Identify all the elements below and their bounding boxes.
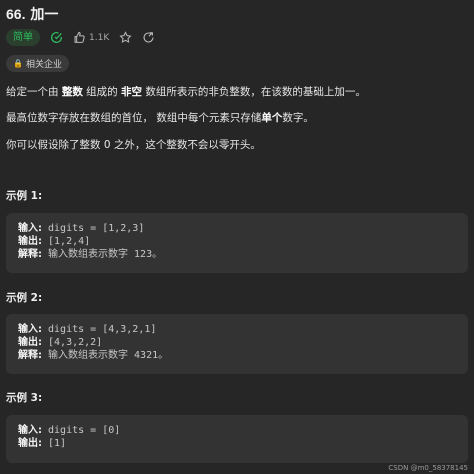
example-explain-line: 解释: 输入数组表示数字 4321。 — [18, 349, 456, 362]
description-paragraph-2: 最高位数字存放在数组的首位， 数组中每个元素只存储单个数字。 — [6, 110, 314, 125]
output-value: [4,3,2,2] — [42, 337, 103, 348]
example-1-box: 输入: digits = [1,2,3] 输出: [1,2,4] 解释: 输入数… — [6, 213, 468, 273]
description-paragraph-1: 给定一个由 整数 组成的 非空 数组所表示的非负整数，在该数的基础上加一。 — [6, 84, 366, 99]
explain-key: 解释: — [18, 350, 42, 361]
example-2-title: 示例 2: — [6, 292, 43, 304]
output-value: [1,2,4] — [42, 236, 91, 247]
tag-label: 相关企业 — [25, 60, 62, 70]
problem-name: 加一 — [30, 7, 59, 23]
problem-number: 66. — [6, 6, 26, 22]
difficulty-badge[interactable]: 简单 — [6, 29, 40, 46]
example-3-box: 输入: digits = [0] 输出: [1] — [6, 415, 468, 463]
bold-text: 整数 — [61, 86, 83, 98]
input-key: 输入: — [18, 324, 42, 335]
example-input-line: 输入: digits = [4,3,2,1] — [18, 323, 456, 336]
example-2-box: 输入: digits = [4,3,2,1] 输出: [4,3,2,2] 解释:… — [6, 314, 468, 374]
bold-text: 非空 — [121, 86, 143, 98]
problem-meta-row: 简单 1.1K — [6, 29, 155, 46]
text: 数字。 — [282, 112, 314, 124]
text: 给定一个由 — [6, 86, 62, 98]
text: 数组所表示的非负整数，在该数的基础上加一。 — [142, 86, 366, 98]
check-circle-icon — [50, 31, 63, 44]
example-output-line: 输出: [1] — [18, 437, 456, 450]
description-paragraph-3: 你可以假设除了整数 0 之外，这个整数不会以零开头。 — [6, 139, 261, 151]
input-value: digits = [4,3,2,1] — [42, 324, 157, 335]
text: 最高位数字存放在数组的首位， 数组中每个元素只存储 — [6, 112, 262, 124]
example-3-title: 示例 3: — [6, 392, 43, 404]
explain-value: 输入数组表示数字 123。 — [42, 249, 163, 260]
example-explain-line: 解释: 输入数组表示数字 123。 — [18, 248, 456, 261]
output-key: 输出: — [18, 236, 42, 247]
explain-key: 解释: — [18, 249, 42, 260]
bold-text: 单个 — [261, 112, 283, 124]
tag-row: 🔒 相关企业 — [6, 55, 69, 72]
thumbs-up-icon — [73, 31, 86, 44]
problem-title: 66. 加一 — [6, 4, 58, 24]
text: 组成的 — [82, 86, 122, 98]
example-input-line: 输入: digits = [0] — [18, 424, 456, 437]
example-input-line: 输入: digits = [1,2,3] — [18, 222, 456, 235]
input-value: digits = [1,2,3] — [42, 223, 145, 234]
input-key: 输入: — [18, 223, 42, 234]
example-output-line: 输出: [4,3,2,2] — [18, 336, 456, 349]
share-icon[interactable] — [142, 31, 155, 44]
lock-icon: 🔒 — [13, 59, 23, 68]
related-companies-tag[interactable]: 🔒 相关企业 — [6, 55, 69, 72]
input-key: 输入: — [18, 425, 42, 436]
output-key: 输出: — [18, 337, 42, 348]
star-icon[interactable] — [119, 31, 132, 44]
input-value: digits = [0] — [42, 425, 121, 436]
like-count: 1.1K — [89, 32, 110, 43]
output-value: [1] — [42, 438, 67, 449]
like-button[interactable]: 1.1K — [73, 31, 109, 44]
example-output-line: 输出: [1,2,4] — [18, 235, 456, 248]
example-1-title: 示例 1: — [6, 190, 43, 202]
watermark: CSDN @m0_58378145 — [388, 464, 468, 472]
explain-value: 输入数组表示数字 4321。 — [42, 350, 169, 361]
output-key: 输出: — [18, 438, 42, 449]
